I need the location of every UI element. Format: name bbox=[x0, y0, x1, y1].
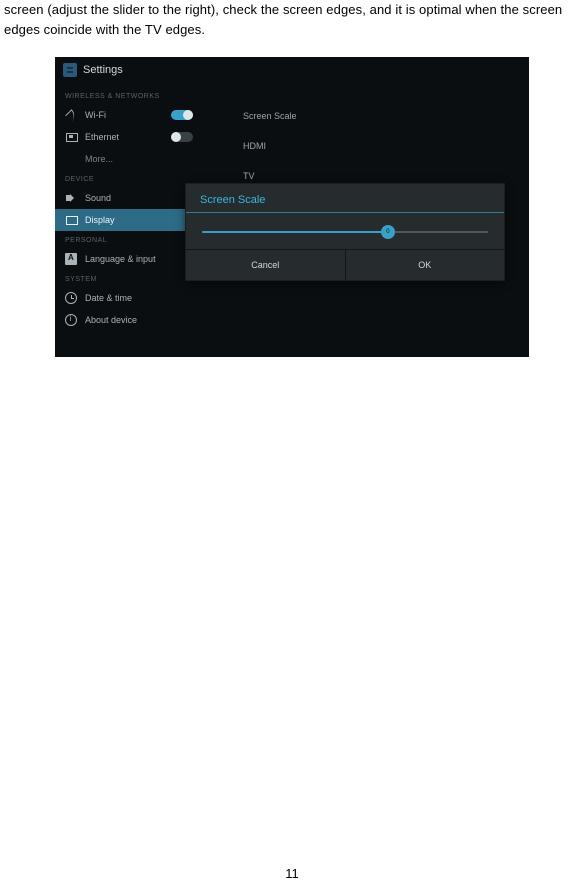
more-label: More... bbox=[85, 154, 113, 164]
sidebar-item-display[interactable]: Display bbox=[55, 209, 203, 231]
info-icon bbox=[65, 314, 77, 326]
section-header-personal: PERSONAL bbox=[55, 231, 203, 248]
blank-icon bbox=[65, 153, 77, 165]
sidebar-item-datetime[interactable]: Date & time bbox=[55, 287, 203, 309]
screen-scale-dialog: Screen Scale 0 Cancel OK bbox=[185, 183, 505, 281]
slider-value: 0 bbox=[386, 229, 389, 235]
display-icon bbox=[65, 214, 77, 226]
sidebar-item-more[interactable]: More... bbox=[55, 148, 203, 170]
page-number: 11 bbox=[0, 866, 584, 881]
sidebar-item-ethernet[interactable]: Ethernet bbox=[55, 126, 203, 148]
wifi-label: Wi-Fi bbox=[85, 110, 106, 120]
sidebar-item-sound[interactable]: Sound bbox=[55, 187, 203, 209]
slider-track[interactable]: 0 bbox=[202, 231, 488, 233]
instruction-paragraph: screen (adjust the slider to the right),… bbox=[0, 0, 584, 39]
cancel-button[interactable]: Cancel bbox=[186, 250, 345, 280]
section-header-system: SYSTEM bbox=[55, 270, 203, 287]
settings-icon bbox=[63, 63, 77, 77]
ok-button[interactable]: OK bbox=[345, 250, 505, 280]
about-label: About device bbox=[85, 315, 137, 325]
dialog-divider bbox=[186, 212, 504, 213]
ethernet-label: Ethernet bbox=[85, 132, 119, 142]
wifi-toggle[interactable] bbox=[171, 110, 193, 120]
display-label: Display bbox=[85, 215, 115, 225]
dialog-button-row: Cancel OK bbox=[186, 249, 504, 280]
sound-label: Sound bbox=[85, 193, 111, 203]
embedded-screenshot: Settings WIRELESS & NETWORKS Wi-Fi Ether… bbox=[55, 57, 529, 357]
section-header-device: DEVICE bbox=[55, 170, 203, 187]
slider-container: 0 bbox=[186, 219, 504, 249]
settings-sidebar: WIRELESS & NETWORKS Wi-Fi Ethernet More.… bbox=[55, 83, 203, 357]
sidebar-item-language[interactable]: Language & input bbox=[55, 248, 203, 270]
language-label: Language & input bbox=[85, 254, 156, 264]
dialog-title: Screen Scale bbox=[186, 184, 504, 212]
clock-icon bbox=[65, 292, 77, 304]
wifi-icon bbox=[65, 109, 77, 121]
language-icon bbox=[65, 253, 77, 265]
sidebar-item-about[interactable]: About device bbox=[55, 309, 203, 331]
slider-track-remaining bbox=[388, 231, 488, 233]
datetime-label: Date & time bbox=[85, 293, 132, 303]
sound-icon bbox=[65, 192, 77, 204]
titlebar: Settings bbox=[55, 57, 529, 83]
content-item-screen-scale[interactable]: Screen Scale bbox=[243, 101, 515, 131]
section-header-wireless: WIRELESS & NETWORKS bbox=[55, 87, 203, 104]
content-item-hdmi[interactable]: HDMI bbox=[243, 131, 515, 161]
ethernet-icon bbox=[65, 131, 77, 143]
slider-thumb[interactable]: 0 bbox=[381, 225, 395, 239]
titlebar-label: Settings bbox=[83, 64, 123, 76]
ethernet-toggle[interactable] bbox=[171, 132, 193, 142]
sidebar-item-wifi[interactable]: Wi-Fi bbox=[55, 104, 203, 126]
